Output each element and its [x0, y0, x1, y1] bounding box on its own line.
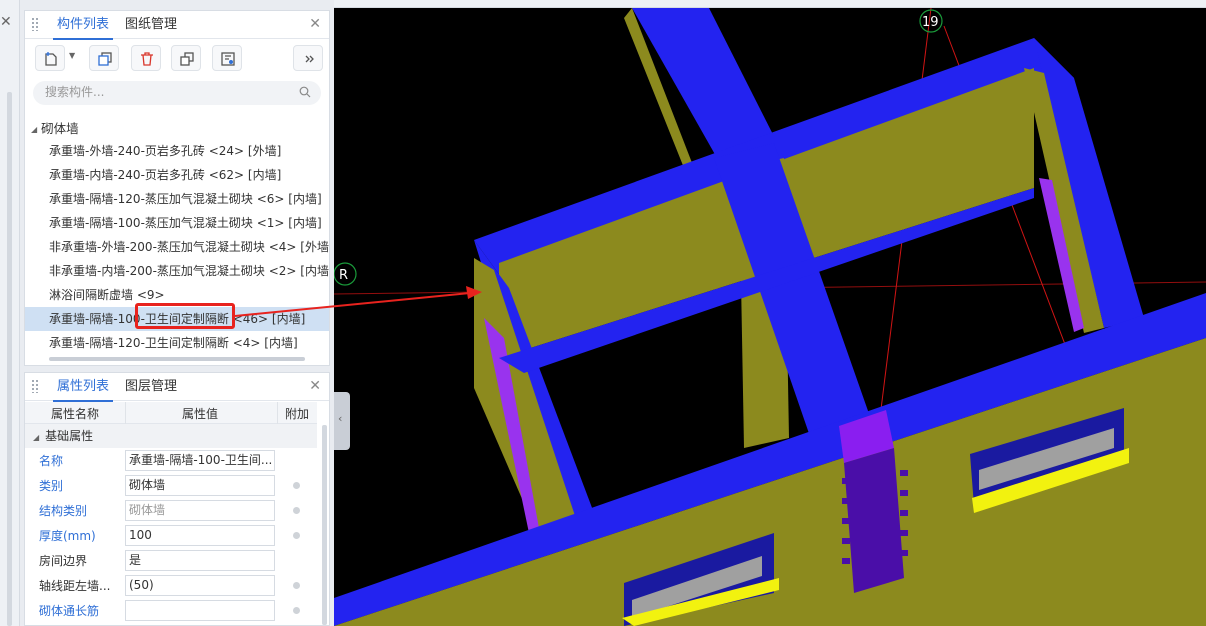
properties-button[interactable] [212, 45, 242, 71]
layers-copy-icon [180, 52, 194, 66]
axis-bubble-19[interactable]: 19 [919, 9, 943, 33]
tab-drawing-management[interactable]: 图纸管理 [125, 11, 177, 39]
chevron-down-icon[interactable]: ▼ [69, 51, 75, 60]
list-item[interactable]: 承重墙-内墙-240-页岩多孔砖 <62> [内墙] [25, 163, 329, 187]
property-value-field[interactable]: 承重墙-隔墙-100-卫生间... [125, 450, 275, 471]
property-value-field[interactable]: 砌体墙 [125, 475, 275, 496]
list-item[interactable]: 承重墙-隔墙-100-蒸压加气混凝土砌块 <1> [内墙] [25, 211, 329, 235]
duplicate-button[interactable] [171, 45, 201, 71]
property-row: 砌体通长筋 [25, 598, 317, 623]
vertical-scrollbar[interactable] [322, 425, 327, 625]
more-button[interactable] [293, 45, 323, 71]
property-name: 轴线距左墙... [39, 579, 111, 593]
search-input[interactable] [45, 85, 285, 99]
extra-checkbox[interactable] [293, 607, 300, 614]
3d-model-view: 19 R [334, 8, 1206, 626]
property-group-basic[interactable]: ◢ 基础属性 [25, 424, 317, 448]
list-item[interactable]: 承重墙-隔墙-120-卫生间定制隔断 <4> [内墙] [25, 331, 329, 355]
copy-button[interactable] [89, 45, 119, 71]
property-name: 房间边界 [39, 554, 88, 568]
property-row: 类别 砌体墙 [25, 473, 317, 498]
double-chevron-right-icon [305, 55, 314, 63]
horizontal-scrollbar[interactable] [49, 357, 305, 361]
tree-category[interactable]: ◢ 砌体墙 [31, 118, 79, 137]
group-label: 基础属性 [45, 429, 94, 443]
trash-icon [141, 52, 153, 66]
viewport-top-strip [334, 0, 1206, 8]
property-row: 房间边界 是 [25, 548, 317, 573]
property-value-field[interactable]: (50) [125, 575, 275, 596]
axis-label: 19 [922, 15, 939, 30]
close-icon[interactable]: ✕ [309, 16, 321, 32]
property-name: 砌体通长筋 [39, 604, 100, 618]
property-value-field[interactable]: 是 [125, 550, 275, 571]
component-toolbar: ▼ [25, 39, 329, 77]
property-table: 属性名称 属性值 附加 ◢ 基础属性 名称 承重墙-隔墙-100-卫生间... 类… [25, 402, 317, 623]
tab-component-list[interactable]: 构件列表 [52, 11, 114, 40]
panel-collapse-handle[interactable]: ‹ [334, 392, 350, 450]
property-value-field[interactable] [125, 600, 275, 621]
property-value-field[interactable]: 100 [125, 525, 275, 546]
column-face [844, 448, 904, 593]
list-item[interactable]: 承重墙-隔墙-120-蒸压加气混凝土砌块 <6> [内墙] [25, 187, 329, 211]
list-item[interactable]: 非承重墙-外墙-200-蒸压加气混凝土砌块 <4> [外墙 [25, 235, 329, 259]
axis-bubble-r[interactable]: R [334, 262, 357, 286]
extra-checkbox[interactable] [293, 582, 300, 589]
property-table-header: 属性名称 属性值 附加 [25, 402, 317, 424]
search-icon[interactable] [299, 86, 311, 98]
drag-handle-icon[interactable] [31, 379, 39, 393]
delete-button[interactable] [131, 45, 161, 71]
extra-checkbox[interactable] [293, 532, 300, 539]
new-file-icon [45, 52, 57, 66]
chevron-left-icon: ‹ [338, 412, 343, 425]
property-panel-tabbar: 属性列表 图层管理 ✕ [25, 373, 329, 402]
left-side-strip: ✕ [0, 0, 20, 626]
component-panel-tabbar: 构件列表 图纸管理 ✕ [25, 11, 329, 40]
list-item[interactable]: 非承重墙-内墙-200-蒸压加气混凝土砌块 <2> [内墙 [25, 259, 329, 283]
copy-icon [98, 52, 112, 66]
scrollbar[interactable] [7, 92, 12, 626]
category-label: 砌体墙 [41, 121, 79, 136]
column-header-value: 属性值 [182, 407, 219, 421]
property-row: 厚度(mm) 100 [25, 523, 317, 548]
list-item[interactable]: 承重墙-外墙-240-页岩多孔砖 <24> [外墙] [25, 139, 329, 163]
close-icon[interactable]: ✕ [309, 378, 321, 394]
new-component-button[interactable] [35, 45, 65, 71]
highlight-box [135, 303, 235, 329]
caret-down-icon[interactable]: ◢ [31, 125, 37, 134]
property-value-field[interactable]: 砌体墙 [125, 500, 275, 521]
axis-label: R [339, 268, 348, 283]
property-list-panel: 属性列表 图层管理 ✕ 属性名称 属性值 附加 ◢ 基础属性 名称 承重墙-隔墙-… [24, 372, 330, 626]
3d-viewport[interactable]: 19 R [334, 8, 1206, 626]
component-search [33, 81, 321, 105]
column-header-extra: 附加 [285, 407, 310, 421]
property-name: 结构类别 [39, 504, 88, 518]
caret-down-icon[interactable]: ◢ [33, 433, 39, 442]
close-icon[interactable]: ✕ [0, 14, 12, 30]
document-settings-icon [221, 52, 235, 66]
property-name: 类别 [39, 479, 64, 493]
property-name: 厚度(mm) [39, 529, 96, 543]
property-row: 结构类别 砌体墙 [25, 498, 317, 523]
property-name: 名称 [39, 454, 64, 468]
extra-checkbox[interactable] [293, 482, 300, 489]
tab-property-list[interactable]: 属性列表 [52, 373, 114, 402]
column-header-name: 属性名称 [51, 407, 100, 421]
property-row: 轴线距左墙... (50) [25, 573, 317, 598]
extra-checkbox[interactable] [293, 507, 300, 514]
property-row: 名称 承重墙-隔墙-100-卫生间... [25, 448, 317, 473]
tab-layer-management[interactable]: 图层管理 [125, 373, 177, 401]
drag-handle-icon[interactable] [31, 17, 39, 31]
